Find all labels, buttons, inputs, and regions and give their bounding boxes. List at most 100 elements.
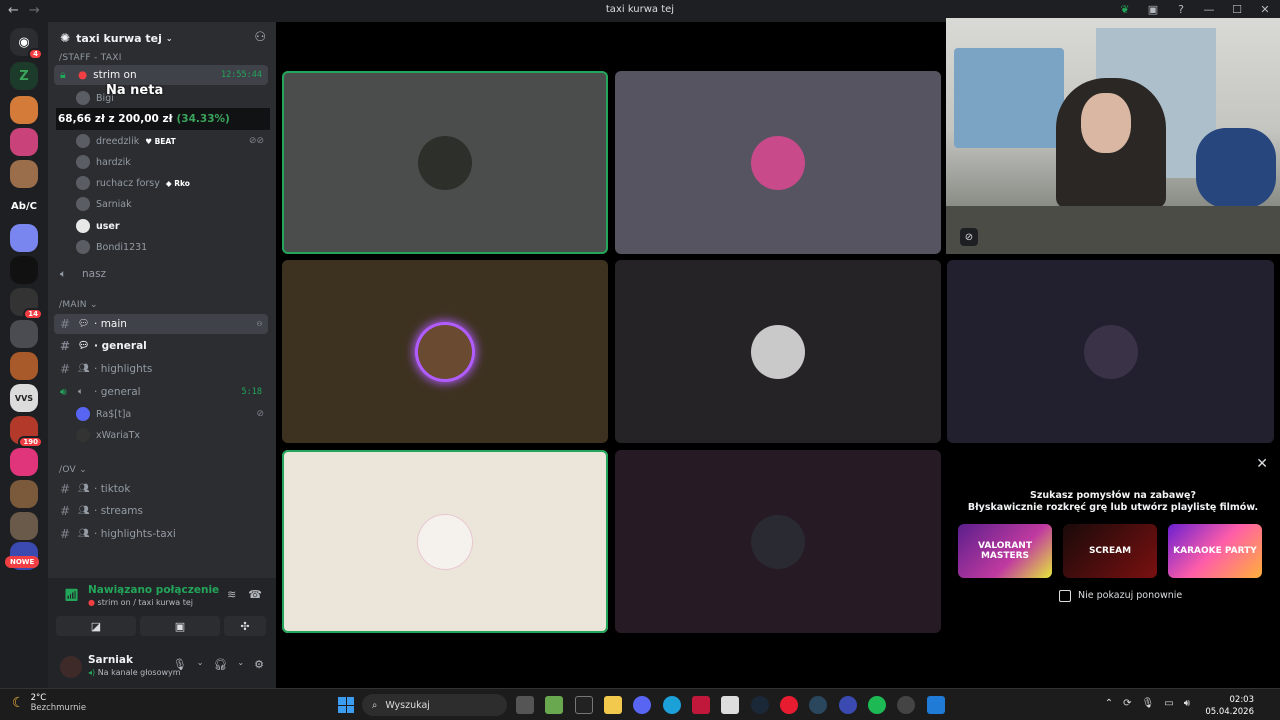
close-icon[interactable]: ✕	[1258, 3, 1272, 16]
display-icon[interactable]: ▭	[1164, 698, 1173, 709]
chevron-down-icon[interactable]: ⌄	[197, 658, 204, 671]
chevron-down-icon[interactable]: ⌄	[237, 658, 244, 671]
opera-icon[interactable]	[780, 696, 798, 714]
participant-tile[interactable]	[615, 260, 941, 443]
server-icon-11[interactable]	[10, 480, 38, 508]
channel-streams[interactable]: # 👥︎ · streams	[54, 501, 268, 521]
steam-icon[interactable]	[751, 696, 769, 714]
category-ov[interactable]: /OV ⌄	[59, 465, 87, 475]
start-button[interactable]	[338, 697, 354, 713]
voice-user[interactable]: user	[76, 216, 266, 236]
activities-button[interactable]: ✣	[224, 616, 266, 636]
participant-tile[interactable]	[282, 71, 608, 254]
voice-channel-nasz[interactable]: 🔈︎ nasz	[54, 264, 268, 284]
discord-home-icon[interactable]: ◉ 4	[10, 28, 43, 60]
microphone-icon[interactable]: 🎙︎	[1142, 698, 1155, 709]
ea-icon[interactable]	[839, 696, 857, 714]
server-icon-2[interactable]	[10, 128, 38, 156]
server-icon-12[interactable]	[10, 512, 38, 540]
help-icon[interactable]: ?	[1174, 3, 1188, 16]
voice-channel-general[interactable]: 🔊︎ 🔈︎ · general 5:18	[54, 382, 268, 402]
server-icon-4[interactable]	[10, 224, 38, 252]
leaf-icon[interactable]: ❦	[1118, 3, 1132, 16]
spotify-icon[interactable]	[868, 696, 886, 714]
server-icon-vvs[interactable]: VVS	[10, 384, 38, 412]
app-icon[interactable]	[927, 696, 945, 714]
participant-tile[interactable]	[947, 260, 1274, 443]
add-member-icon[interactable]: ⚇	[257, 319, 262, 329]
headphones-icon[interactable]: 🎧︎	[213, 658, 227, 671]
webcam-tile[interactable]: ⊘	[946, 18, 1280, 254]
channel-highlights[interactable]: # 👥︎ · highlights	[54, 359, 268, 379]
activity-card[interactable]: VALORANT MASTERS	[958, 524, 1052, 578]
server-icon-8[interactable]	[10, 352, 38, 380]
voice-user[interactable]: Bigi	[76, 88, 266, 108]
close-icon[interactable]: ✕	[1256, 456, 1268, 472]
avatar	[76, 197, 90, 211]
camera-off-icon[interactable]: ⊘	[960, 228, 978, 246]
server-icon-6[interactable]: 14	[10, 288, 43, 320]
activity-card[interactable]: SCREAM	[1063, 524, 1157, 578]
server-icon-z[interactable]: Z	[10, 62, 38, 90]
app-icon[interactable]	[692, 696, 710, 714]
category-staff[interactable]: /STAFF - TAXI	[59, 53, 122, 63]
participant-tile[interactable]	[615, 71, 941, 254]
voice-user[interactable]: ruchacz forsy ◆ Rko	[76, 173, 266, 193]
camera-button[interactable]: ◪	[56, 616, 136, 636]
channel-highlights-taxi[interactable]: # 👥︎ · highlights-taxi	[54, 524, 268, 544]
taskbar-search[interactable]: ⌕ Wyszukaj	[362, 694, 507, 716]
server-icon-1[interactable]	[10, 96, 38, 124]
voice-user[interactable]: hardzik	[76, 152, 266, 172]
weather-widget[interactable]: ☾ 2°C Bezchmurnie	[12, 693, 86, 713]
channel-main[interactable]: # 💬︎ · main ⚇	[54, 314, 268, 334]
task-view-icon[interactable]	[516, 696, 534, 714]
participant-tile[interactable]	[282, 260, 608, 443]
lock-icon: 🔒︎	[60, 68, 66, 81]
server-icon-9[interactable]: 190	[10, 416, 43, 448]
voice-user[interactable]: Sarniak	[76, 194, 266, 214]
maximize-icon[interactable]: ☐	[1230, 3, 1244, 16]
connection-status[interactable]: Nawiązano połączenie	[88, 584, 219, 596]
microphone-icon[interactable]: 🎙︎	[173, 658, 187, 671]
app-icon[interactable]	[545, 696, 563, 714]
server-icon-abc[interactable]: Ab/C	[10, 192, 38, 220]
epic-games-icon[interactable]	[575, 696, 593, 714]
channel-tiktok[interactable]: # 👥︎ · tiktok	[54, 479, 268, 499]
server-icon-7[interactable]	[10, 320, 38, 348]
chevron-up-icon[interactable]: ⌃	[1105, 698, 1113, 709]
add-member-icon[interactable]: ⚇	[254, 30, 266, 45]
minimize-icon[interactable]: —	[1202, 3, 1216, 16]
dont-show-checkbox[interactable]	[1059, 590, 1071, 602]
clock[interactable]: 02:03 05.04.2026	[1205, 694, 1254, 718]
server-icon-3[interactable]	[10, 160, 38, 188]
settings-gear-icon[interactable]: ⚙	[254, 658, 264, 671]
steam-icon[interactable]	[809, 696, 827, 714]
voice-user[interactable]: Bondi1231	[76, 237, 266, 257]
voice-user[interactable]: dreedzlik ♥ BEAT ⊘⊘	[76, 131, 266, 151]
participant-tile[interactable]	[615, 450, 941, 633]
voice-user[interactable]: xWariaTx	[76, 425, 266, 445]
connection-location[interactable]: ● strim on / taxi kurwa tej	[88, 598, 193, 607]
noise-suppression-icon[interactable]: ≋	[227, 588, 236, 601]
voice-user[interactable]: Ra$[t]a ⊘	[76, 404, 266, 424]
server-icon-10[interactable]	[10, 448, 38, 476]
volume-icon[interactable]: 🔊︎	[1184, 698, 1190, 709]
voice-channel-strim-on[interactable]: 🔒︎ ● strim on 12:55:44	[54, 65, 268, 85]
discord-taskbar-icon[interactable]	[633, 696, 651, 714]
participant-tile[interactable]	[282, 450, 608, 633]
file-explorer-icon[interactable]	[604, 696, 622, 714]
people-icon: 👥︎	[78, 364, 90, 374]
server-header[interactable]: ✺ taxi kurwa tej ⌄ ⚇	[48, 22, 276, 54]
edge-icon[interactable]	[663, 696, 681, 714]
category-main[interactable]: /MAIN ⌄	[59, 300, 98, 310]
channel-general[interactable]: # 💬︎ · general	[54, 336, 268, 356]
obs-icon[interactable]	[897, 696, 915, 714]
server-icon-5[interactable]	[10, 256, 38, 284]
activity-card[interactable]: KARAOKE PARTY	[1168, 524, 1262, 578]
store-icon[interactable]	[721, 696, 739, 714]
screen-share-button[interactable]: ▣	[140, 616, 220, 636]
disconnect-icon[interactable]: ☎	[248, 588, 262, 601]
avatar[interactable]	[60, 656, 82, 678]
inbox-icon[interactable]: ▣	[1146, 3, 1160, 16]
sync-icon[interactable]: ⟳	[1123, 698, 1131, 709]
